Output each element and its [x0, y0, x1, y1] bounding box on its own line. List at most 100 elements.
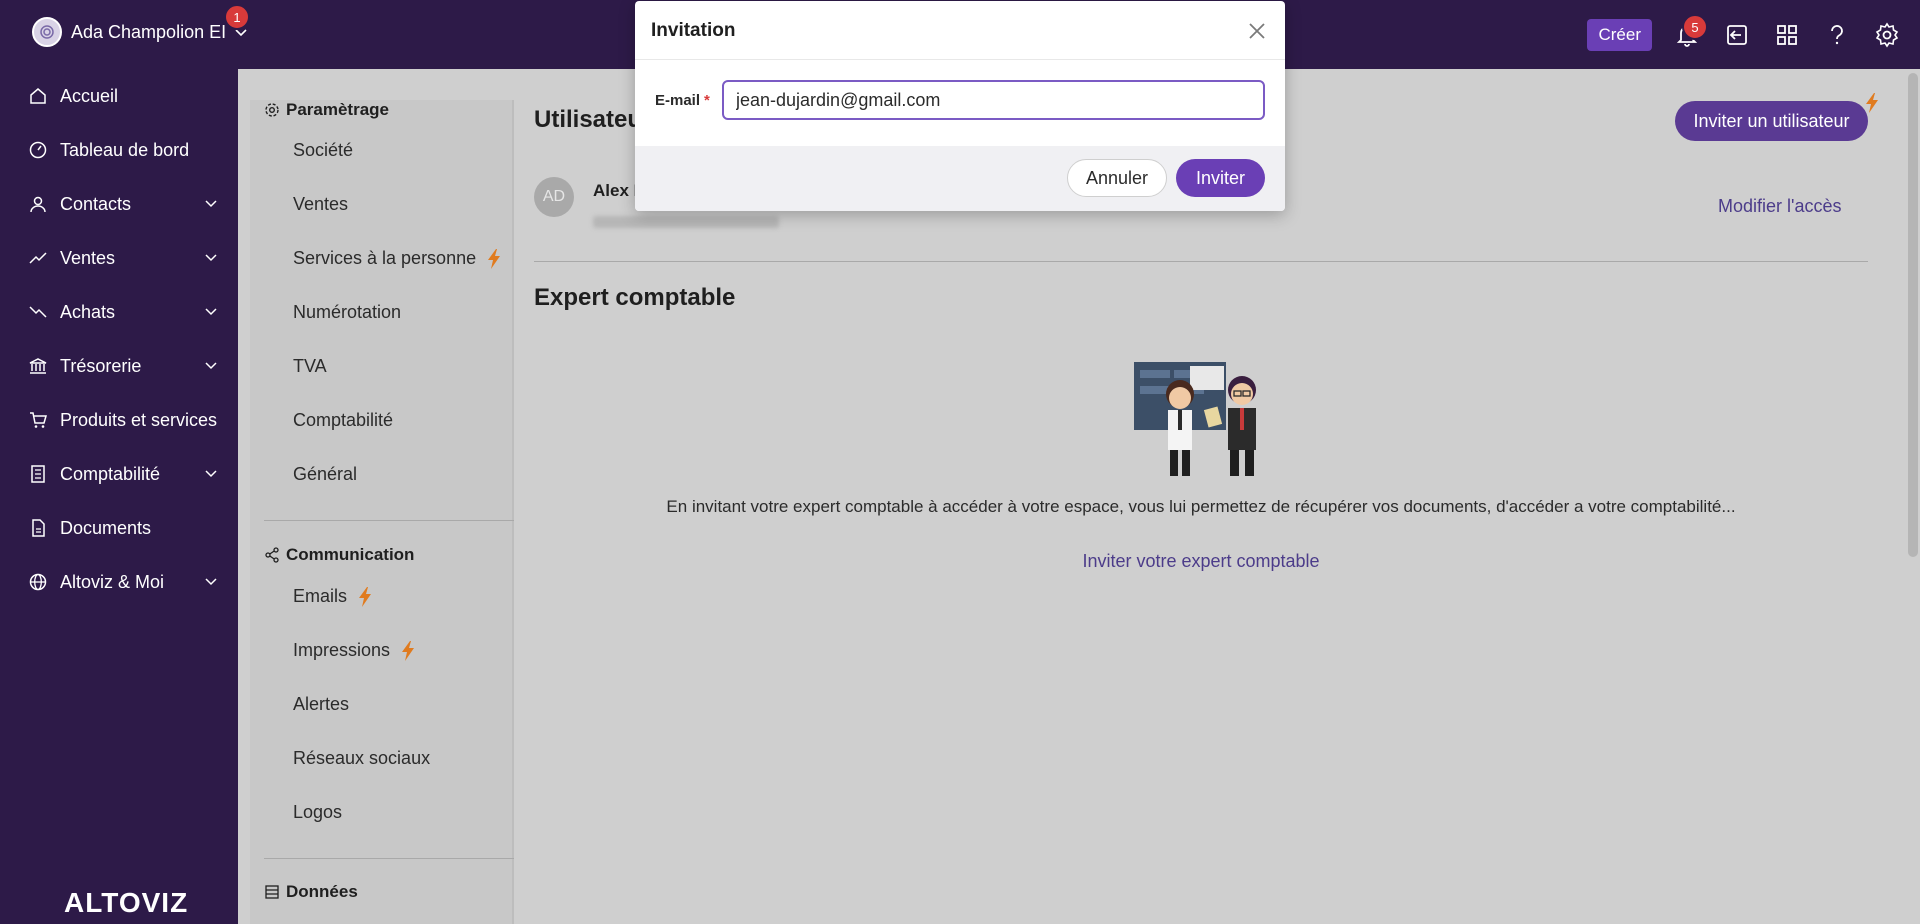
- invite-expert-link[interactable]: Inviter votre expert comptable: [534, 551, 1868, 572]
- lightning-bolt-icon: [402, 640, 415, 661]
- altoviz-logo: ALTOVIZ: [64, 887, 188, 919]
- nav-label: Accueil: [60, 85, 119, 106]
- help-button[interactable]: [1824, 22, 1850, 48]
- database-icon: [265, 885, 279, 899]
- email-input[interactable]: [722, 80, 1265, 120]
- trend-down-icon: [29, 306, 47, 318]
- email-label-text: E-mail: [655, 92, 701, 109]
- nav-item-ventes[interactable]: Ventes: [28, 243, 218, 273]
- settings-item-reseaux-sociaux[interactable]: Réseaux sociaux: [293, 748, 430, 769]
- nav-item-achats[interactable]: Achats: [28, 297, 218, 327]
- user-name: Alex I: [593, 181, 639, 200]
- nav-label: Altoviz & Moi: [60, 571, 165, 592]
- notifications-button[interactable]: 5: [1674, 14, 1708, 48]
- settings-item-label: Services à la personne: [293, 248, 477, 268]
- invite-user-button[interactable]: Inviter un utilisateur: [1675, 93, 1878, 141]
- section-title-donnees: Données: [264, 882, 358, 902]
- settings-item-ventes[interactable]: Ventes: [293, 194, 348, 215]
- settings-item-impressions[interactable]: Impressions: [293, 640, 416, 661]
- settings-button[interactable]: [1874, 22, 1900, 48]
- section-divider: [264, 858, 514, 859]
- create-button[interactable]: Créer: [1587, 19, 1652, 51]
- invitation-modal: Invitation E-mail* Annuler Inviter: [635, 1, 1285, 211]
- accountant-illustration: [1134, 362, 1256, 476]
- cancel-button[interactable]: Annuler: [1067, 159, 1167, 197]
- nav-item-produits-et-services[interactable]: Produits et services: [28, 405, 218, 435]
- globe-icon: [29, 573, 47, 591]
- bank-icon: [29, 358, 47, 374]
- nav-item-tresorerie[interactable]: Trésorerie: [28, 351, 218, 381]
- lightning-bolt-icon: [1866, 93, 1878, 113]
- settings-item-tva[interactable]: TVA: [293, 356, 327, 377]
- settings-item-comptabilite[interactable]: Comptabilité: [293, 410, 393, 431]
- content-divider: [534, 261, 1868, 262]
- top-actions: Créer 5: [1587, 14, 1900, 54]
- nav-item-documents[interactable]: Documents: [28, 513, 218, 543]
- invite-user-label: Inviter un utilisateur: [1693, 110, 1850, 131]
- document-icon: [32, 519, 45, 537]
- settings-item-logos[interactable]: Logos: [293, 802, 342, 823]
- expert-description: En invitant votre expert comptable à acc…: [666, 497, 1736, 516]
- settings-item-numerotation[interactable]: Numérotation: [293, 302, 401, 323]
- section-title-parametrage: Paramètrage: [264, 100, 389, 120]
- nav-label: Produits et services: [60, 409, 218, 430]
- chevron-down-icon: [205, 308, 217, 316]
- lightning-bolt-icon: [488, 248, 501, 269]
- settings-item-label: Emails: [293, 586, 348, 606]
- settings-panel: Paramètrage Société Ventes Services à la…: [250, 100, 514, 924]
- nav-label: Comptabilité: [60, 463, 161, 484]
- trend-up-icon: [29, 252, 47, 264]
- user-email-redacted: [593, 216, 779, 228]
- apps-button[interactable]: [1774, 22, 1800, 48]
- nav-item-altoviz-et-moi[interactable]: Altoviz & Moi: [28, 567, 218, 597]
- gear-icon: [265, 103, 279, 117]
- help-icon: [1831, 25, 1843, 45]
- email-label: E-mail *: [655, 92, 710, 109]
- settings-item-general[interactable]: Général: [293, 464, 357, 485]
- share-icon: [265, 547, 279, 563]
- section-title-text: Communication: [286, 545, 415, 564]
- vertical-scrollbar[interactable]: [1908, 73, 1918, 557]
- dashboard-icon: [29, 141, 47, 159]
- section-divider: [264, 520, 514, 521]
- settings-item-societe[interactable]: Société: [293, 140, 353, 161]
- settings-item-alertes[interactable]: Alertes: [293, 694, 349, 715]
- logout-icon: [1727, 25, 1747, 45]
- chevron-down-icon: [205, 200, 217, 208]
- logo-text: ALTOVIZ: [64, 887, 189, 918]
- close-icon[interactable]: [1247, 21, 1267, 41]
- modal-title: Invitation: [651, 20, 736, 41]
- section-title-communication: Communication: [264, 545, 414, 565]
- nav-item-comptabilite[interactable]: Comptabilité: [28, 459, 218, 489]
- required-marker: *: [704, 92, 710, 109]
- nav-label: Achats: [60, 301, 116, 322]
- chevron-down-icon: [205, 254, 217, 262]
- section-title-text: Paramètrage: [286, 100, 390, 119]
- modify-access-link[interactable]: Modifier l'accès: [1718, 196, 1841, 217]
- nav-label: Tableau de bord: [60, 139, 190, 160]
- nav-label: Contacts: [60, 193, 132, 214]
- chevron-down-icon: [205, 470, 217, 478]
- account-switcher[interactable]: Ada Champolion EI: [32, 17, 248, 47]
- settings-item-emails[interactable]: Emails: [293, 586, 373, 607]
- account-avatar: [32, 17, 62, 47]
- nav-item-tableau-de-bord[interactable]: Tableau de bord: [28, 135, 218, 165]
- user-icon: [30, 196, 46, 213]
- nav-item-contacts[interactable]: Contacts: [28, 189, 218, 219]
- nav-item-accueil[interactable]: Accueil: [28, 81, 218, 111]
- nav-label: Ventes: [60, 247, 116, 268]
- modal-footer: Annuler Inviter: [635, 146, 1285, 211]
- ledger-icon: [31, 465, 45, 483]
- invite-button[interactable]: Inviter: [1176, 159, 1265, 197]
- settings-item-services-a-la-personne[interactable]: Services à la personne: [293, 248, 502, 269]
- section-title-text: Données: [286, 882, 358, 901]
- nav-label: Documents: [60, 517, 152, 538]
- account-badge: 1: [224, 4, 250, 30]
- home-icon: [30, 88, 46, 104]
- logout-button[interactable]: [1724, 22, 1750, 48]
- account-name: Ada Champolion EI: [71, 21, 227, 42]
- fingerprint-icon: [40, 25, 54, 39]
- apps-grid-icon: [1777, 25, 1797, 45]
- modal-header-divider: [635, 59, 1285, 60]
- lightning-bolt-icon: [359, 586, 372, 607]
